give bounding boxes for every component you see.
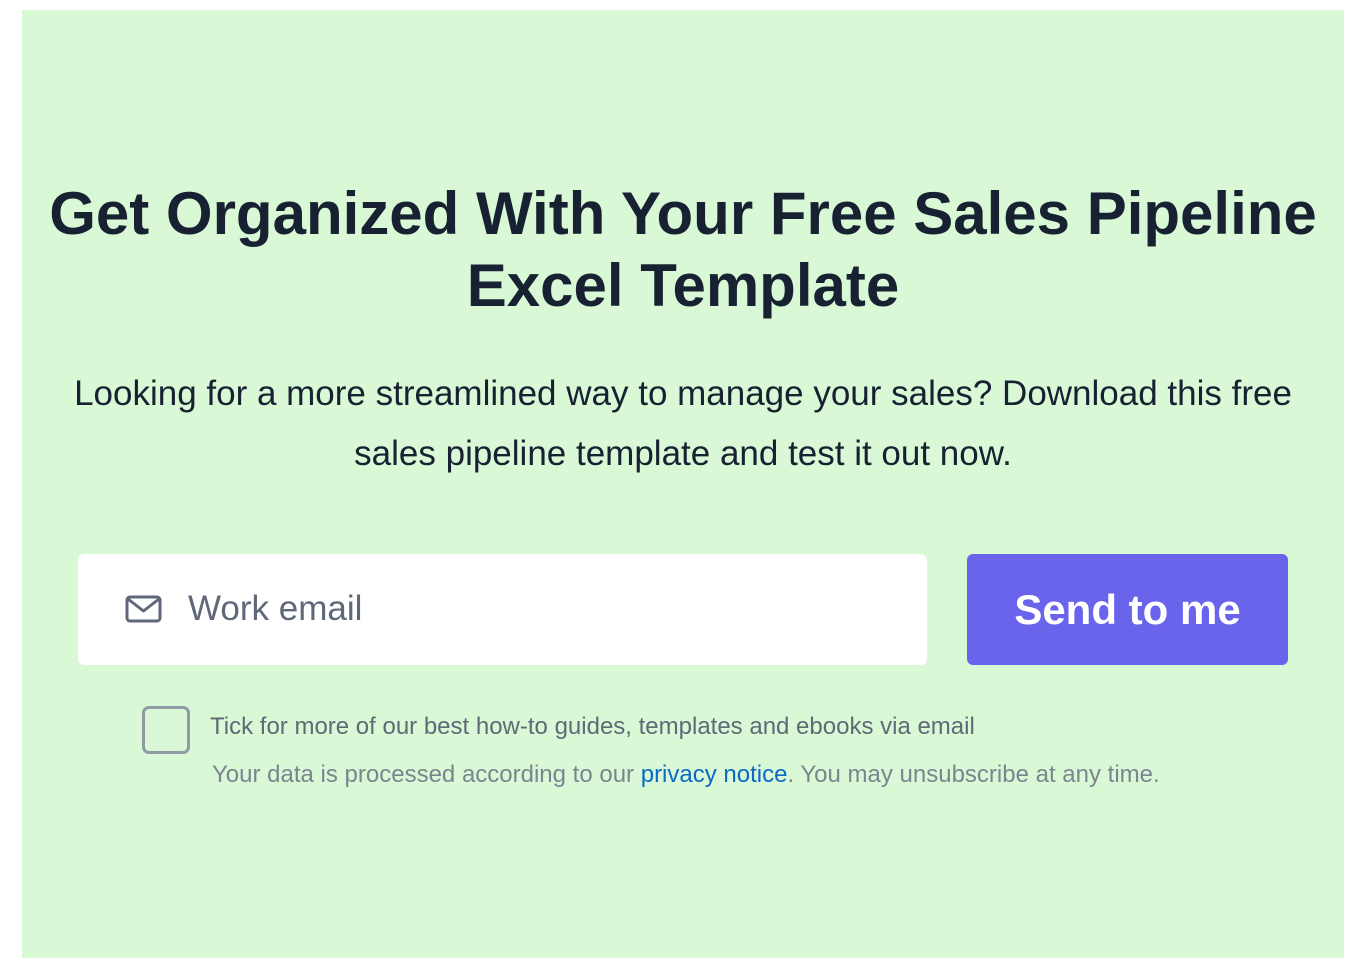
page-title: Get Organized With Your Free Sales Pipel… bbox=[49, 180, 1317, 319]
mail-icon bbox=[124, 593, 164, 627]
notice-prefix: Your data is processed according to our bbox=[212, 761, 641, 788]
page-subtitle: Looking for a more streamlined way to ma… bbox=[74, 374, 1292, 473]
privacy-notice-text: Your data is processed according to our … bbox=[212, 758, 1160, 792]
email-input[interactable] bbox=[188, 574, 888, 644]
email-field[interactable] bbox=[78, 554, 927, 665]
newsletter-checkbox-label[interactable]: Tick for more of our best how-to guides,… bbox=[210, 710, 975, 744]
send-to-me-button[interactable]: Send to me bbox=[967, 554, 1288, 665]
notice-suffix: . You may unsubscribe at any time. bbox=[787, 761, 1160, 788]
signup-panel: Get Organized With Your Free Sales Pipel… bbox=[22, 10, 1344, 958]
privacy-notice-link[interactable]: privacy notice bbox=[641, 761, 788, 788]
newsletter-checkbox[interactable] bbox=[142, 706, 190, 754]
